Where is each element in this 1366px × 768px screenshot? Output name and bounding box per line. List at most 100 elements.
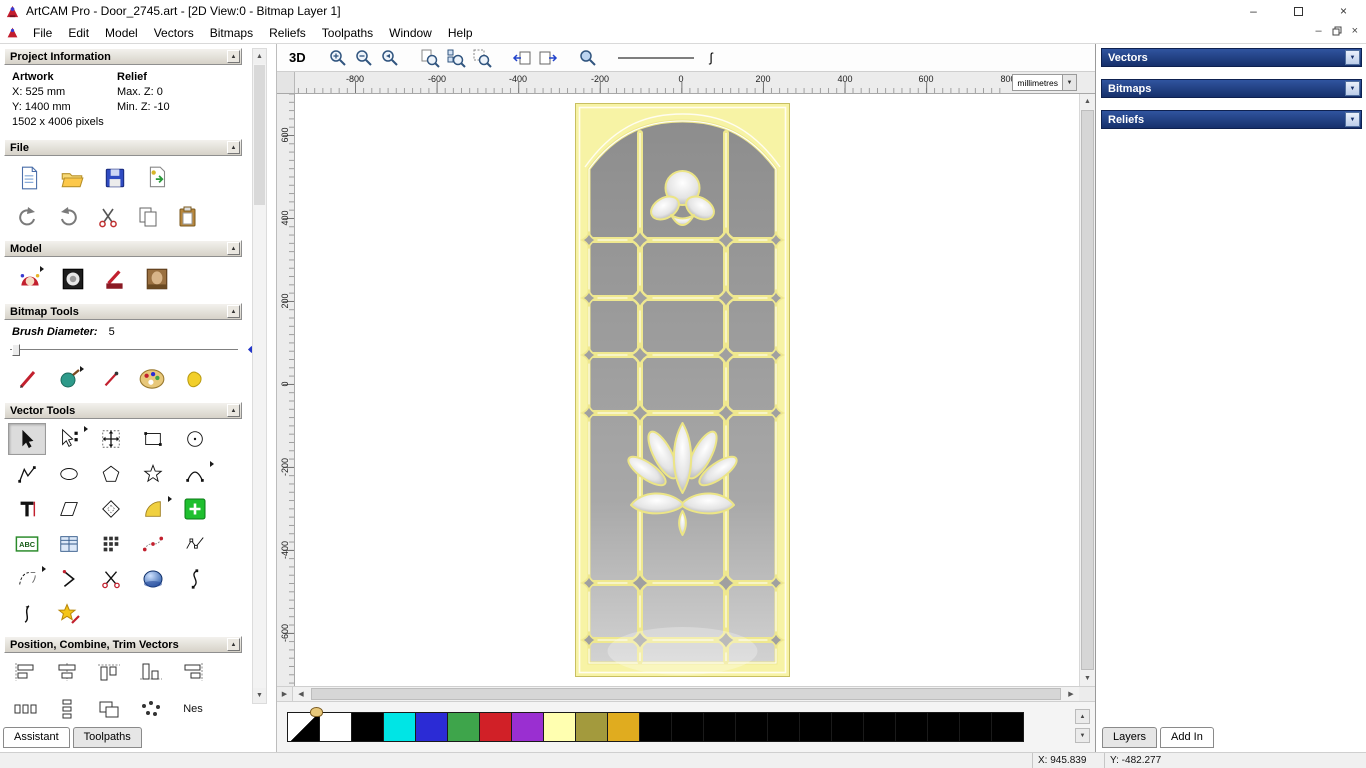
star-tool[interactable] [134, 458, 172, 490]
previous-bitmap-button[interactable] [510, 46, 534, 70]
snap-grid-toggle[interactable] [176, 493, 214, 525]
close-button[interactable]: × [1321, 0, 1366, 22]
greyscale-preview-button[interactable] [60, 266, 86, 292]
paint-selective-button[interactable] [56, 363, 84, 395]
paste-along-curve-tool[interactable] [134, 528, 172, 560]
collapse-button[interactable]: ▲ [227, 242, 240, 255]
palette-swatch[interactable] [383, 712, 416, 742]
colour-palette-button[interactable] [138, 367, 166, 391]
palette-swatch[interactable] [927, 712, 960, 742]
preview-relief-button[interactable] [576, 46, 600, 70]
align-right-button[interactable] [176, 659, 210, 685]
rectangle-tool[interactable] [134, 423, 172, 455]
palette-swatch[interactable] [479, 712, 512, 742]
pan-mode-button[interactable]: ▶ [277, 687, 293, 701]
offset-vectors-tool[interactable] [92, 493, 130, 525]
palette-swatch[interactable] [767, 712, 800, 742]
align-top-button[interactable] [92, 659, 126, 685]
create-text-tool[interactable] [8, 493, 46, 525]
align-left-button[interactable] [8, 659, 42, 685]
zoom-fit-page-button[interactable] [418, 46, 442, 70]
arc-tool[interactable] [176, 458, 214, 490]
palette-swatch[interactable] [831, 712, 864, 742]
brush-diameter-slider[interactable] [10, 342, 256, 358]
open-model-button[interactable] [58, 165, 86, 191]
menu-item[interactable]: Edit [60, 24, 97, 42]
palette-swatch[interactable] [671, 712, 704, 742]
menu-item[interactable]: Window [381, 24, 440, 42]
palette-swatch[interactable] [703, 712, 736, 742]
palette-swatch[interactable] [639, 712, 672, 742]
collapse-button[interactable]: ▲ [227, 141, 240, 154]
fillet-tool[interactable] [134, 493, 172, 525]
menu-item[interactable]: Model [97, 24, 146, 42]
vectors-dropdown-button[interactable]: ▼ [1345, 50, 1360, 65]
relief-stamp-button[interactable] [102, 266, 128, 292]
nesting-button[interactable]: Nes [176, 696, 210, 722]
reliefs-panel-header[interactable]: Reliefs ▼ [1101, 110, 1362, 129]
palette-swatch[interactable] [991, 712, 1024, 742]
tab-toolpaths[interactable]: Toolpaths [72, 727, 142, 748]
join-vectors-tool[interactable] [8, 563, 46, 595]
menu-item[interactable]: Bitmaps [202, 24, 261, 42]
horizontal-scrollbar[interactable]: ▶ ◀ ▶ [277, 686, 1095, 702]
measure-tool[interactable] [50, 493, 88, 525]
collapse-button[interactable]: ▲ [227, 50, 240, 63]
zoom-in-button[interactable] [326, 46, 350, 70]
import-export-button[interactable] [144, 165, 172, 191]
polygon-tool[interactable] [92, 458, 130, 490]
mdi-minimize-button[interactable]: – [1315, 25, 1321, 37]
zoom-previous-button[interactable] [378, 46, 402, 70]
scroll-up-button[interactable]: ▲ [1080, 94, 1095, 109]
zoom-selected-button[interactable] [470, 46, 494, 70]
palette-swatch[interactable] [895, 712, 928, 742]
edit-model-button[interactable] [16, 263, 44, 295]
palette-swatch[interactable] [607, 712, 640, 742]
wrap-text-tool[interactable]: ABC [8, 528, 46, 560]
circle-tool[interactable] [176, 423, 214, 455]
vectors-panel-header[interactable]: Vectors ▼ [1101, 48, 1362, 67]
align-center-button[interactable] [50, 659, 84, 685]
mdi-restore-button[interactable] [1332, 26, 1342, 36]
bitmaps-dropdown-button[interactable]: ▼ [1345, 81, 1360, 96]
distribute-horizontal-button[interactable] [8, 696, 42, 722]
assistant-scrollbar[interactable]: ▲ ▼ [252, 48, 267, 704]
menu-item[interactable]: Reliefs [261, 24, 314, 42]
scroll-left-button[interactable]: ◀ [293, 687, 309, 701]
palette-up-button[interactable]: ▲ [1075, 709, 1090, 724]
palette-swatch[interactable] [415, 712, 448, 742]
switch-3d-view-button[interactable]: 3D [285, 46, 310, 70]
interactive-distort-tool[interactable] [134, 563, 172, 595]
palette-swatch[interactable] [543, 712, 576, 742]
tab-layers[interactable]: Layers [1102, 727, 1158, 748]
scrollbar-thumb[interactable] [254, 65, 265, 205]
palette-swatch[interactable] [319, 712, 352, 742]
paste-button[interactable] [176, 205, 200, 229]
palette-swatch[interactable] [799, 712, 832, 742]
polyline-tool[interactable] [8, 458, 46, 490]
ellipse-tool[interactable] [50, 458, 88, 490]
next-bitmap-button[interactable] [536, 46, 560, 70]
vector-doctor-tool[interactable] [50, 598, 88, 630]
node-editing-tool[interactable] [50, 423, 88, 455]
slider-handle[interactable] [12, 344, 20, 356]
undo-button[interactable] [16, 205, 40, 229]
collapse-button[interactable]: ▲ [227, 638, 240, 651]
flood-fill-button[interactable] [182, 367, 208, 391]
palette-swatch[interactable] [575, 712, 608, 742]
mdi-close-button[interactable]: × [1352, 25, 1358, 37]
draw-tool-button[interactable] [100, 368, 122, 390]
menu-item[interactable]: Vectors [146, 24, 202, 42]
align-bottom-button[interactable] [134, 659, 168, 685]
mirror-vectors-tool[interactable] [8, 598, 46, 630]
palette-swatch[interactable] [735, 712, 768, 742]
fit-curve-tool[interactable] [176, 528, 214, 560]
menu-item[interactable]: Toolpaths [314, 24, 381, 42]
scroll-right-button[interactable]: ▶ [1063, 687, 1079, 701]
cut-button[interactable] [96, 205, 120, 229]
collapse-button[interactable]: ▲ [227, 404, 240, 417]
bitmaps-panel-header[interactable]: Bitmaps ▼ [1101, 79, 1362, 98]
redo-button[interactable] [56, 205, 80, 229]
minimize-button[interactable]: – [1231, 0, 1276, 22]
vector-direction-tool[interactable] [50, 563, 88, 595]
